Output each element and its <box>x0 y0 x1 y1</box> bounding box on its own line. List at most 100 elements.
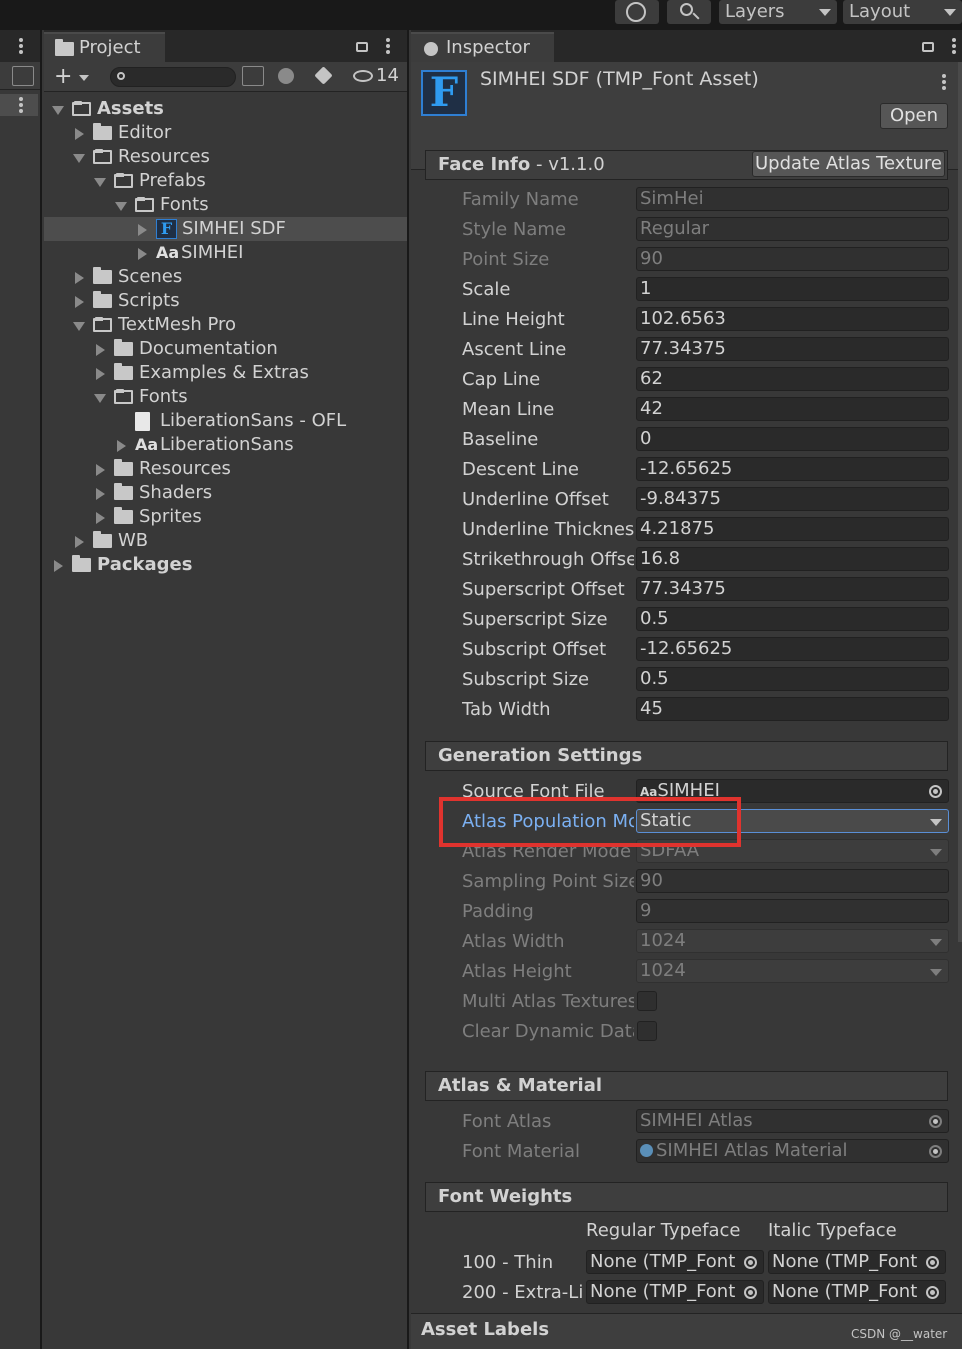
more-options-icon[interactable] <box>386 38 390 54</box>
object-picker-icon[interactable] <box>744 1286 757 1299</box>
atlas-material-header[interactable]: Atlas & Material <box>425 1071 948 1101</box>
atlas-width-dropdown[interactable]: 1024 <box>636 929 949 953</box>
object-picker-icon[interactable] <box>929 1115 942 1128</box>
collapsed-arrow-icon[interactable] <box>75 296 84 308</box>
object-picker-icon[interactable] <box>744 1256 757 1269</box>
property-field[interactable]: 0.5 <box>636 667 949 691</box>
search-input[interactable] <box>110 67 236 87</box>
search-by-type-icon[interactable] <box>242 66 264 86</box>
collapsed-arrow-icon[interactable] <box>96 344 105 356</box>
lock-icon[interactable] <box>922 42 934 52</box>
inspector-scrollbar[interactable] <box>958 62 962 942</box>
tree-item[interactable]: Shaders <box>44 481 407 505</box>
expanded-arrow-icon[interactable] <box>73 322 85 331</box>
tree-item[interactable]: Aa LiberationSans <box>44 433 407 457</box>
property-field[interactable]: 0.5 <box>636 607 949 631</box>
property-field[interactable]: -12.65625 <box>636 457 949 481</box>
object-picker-icon[interactable] <box>926 1286 939 1299</box>
collapsed-arrow-icon[interactable] <box>54 560 63 572</box>
open-button[interactable]: Open <box>880 103 948 129</box>
filter-type-icon[interactable] <box>278 68 294 84</box>
property-field[interactable]: 4.21875 <box>636 517 949 541</box>
regular-typeface-field[interactable]: None (TMP_Font <box>586 1250 764 1274</box>
collapsed-arrow-icon[interactable] <box>138 248 147 260</box>
object-picker-icon[interactable] <box>929 1145 942 1158</box>
tree-item[interactable]: TextMesh Pro <box>44 313 407 337</box>
tree-item[interactable]: Prefabs <box>44 169 407 193</box>
collapsed-arrow-icon[interactable] <box>96 488 105 500</box>
collapsed-arrow-icon[interactable] <box>75 272 84 284</box>
property-field[interactable]: Regular <box>636 217 949 241</box>
property-field[interactable]: -9.84375 <box>636 487 949 511</box>
font-weights-header[interactable]: Font Weights <box>425 1182 948 1212</box>
property-field[interactable]: -12.65625 <box>636 637 949 661</box>
maximize-icon[interactable] <box>12 66 34 86</box>
tree-item[interactable]: Resources <box>44 457 407 481</box>
expanded-arrow-icon[interactable] <box>94 394 106 403</box>
collapsed-arrow-icon[interactable] <box>117 440 126 452</box>
more-options-icon[interactable] <box>942 74 946 90</box>
tree-item[interactable]: Aa SIMHEI <box>44 241 407 265</box>
property-field[interactable]: 62 <box>636 367 949 391</box>
expanded-arrow-icon[interactable] <box>94 178 106 187</box>
object-picker-icon[interactable] <box>926 1256 939 1269</box>
collapsed-arrow-icon[interactable] <box>96 512 105 524</box>
collapsed-arrow-icon[interactable] <box>96 368 105 380</box>
sampling-point-size-field[interactable]: 90 <box>636 869 949 893</box>
italic-typeface-field[interactable]: None (TMP_Font <box>768 1250 946 1274</box>
expanded-arrow-icon[interactable] <box>73 154 85 163</box>
layers-dropdown[interactable]: Layers <box>719 0 837 24</box>
tree-item[interactable]: Resources <box>44 145 407 169</box>
tree-item[interactable]: Fonts <box>44 385 407 409</box>
property-field[interactable]: 1 <box>636 277 949 301</box>
add-button[interactable]: + <box>52 66 92 88</box>
search-button[interactable] <box>667 0 711 24</box>
property-field[interactable]: 90 <box>636 247 949 271</box>
tab-project[interactable]: Project <box>44 32 165 62</box>
tag-icon[interactable] <box>314 66 333 85</box>
expanded-arrow-icon[interactable] <box>115 202 127 211</box>
collapsed-arrow-icon[interactable] <box>138 224 147 236</box>
expanded-arrow-icon[interactable] <box>52 106 64 115</box>
tree-item[interactable]: Editor <box>44 121 407 145</box>
clear-dynamic-data-checkbox[interactable] <box>637 1021 657 1041</box>
tree-item[interactable]: Examples & Extras <box>44 361 407 385</box>
tree-item[interactable]: Sprites <box>44 505 407 529</box>
property-field[interactable]: 0 <box>636 427 949 451</box>
tree-item[interactable]: Packages <box>44 553 407 577</box>
multi-atlas-textures-checkbox[interactable] <box>637 991 657 1011</box>
history-button[interactable] <box>615 0 659 24</box>
tree-item[interactable]: Scripts <box>44 289 407 313</box>
tree-item[interactable]: LiberationSans - OFL <box>44 409 407 433</box>
tree-item[interactable]: WB <box>44 529 407 553</box>
tree-item[interactable]: Fonts <box>44 193 407 217</box>
tab-inspector[interactable]: Inspector <box>411 32 554 62</box>
more-options-icon[interactable] <box>952 38 956 54</box>
collapsed-arrow-icon[interactable] <box>75 128 84 140</box>
property-field[interactable]: 77.34375 <box>636 577 949 601</box>
property-field[interactable]: 102.6563 <box>636 307 949 331</box>
tree-item[interactable]: Scenes <box>44 265 407 289</box>
property-field[interactable]: 77.34375 <box>636 337 949 361</box>
collapsed-arrow-icon[interactable] <box>96 464 105 476</box>
property-field[interactable]: 16.8 <box>636 547 949 571</box>
more-options-icon[interactable] <box>19 38 23 54</box>
property-field[interactable]: SimHei <box>636 187 949 211</box>
font-atlas-field[interactable]: SIMHEI Atlas <box>636 1109 949 1133</box>
property-field[interactable]: 42 <box>636 397 949 421</box>
lock-icon[interactable] <box>356 42 368 52</box>
property-field[interactable]: 45 <box>636 697 949 721</box>
tree-item[interactable]: Assets <box>44 97 407 121</box>
generation-settings-header[interactable]: Generation Settings <box>425 741 948 771</box>
collapsed-arrow-icon[interactable] <box>75 536 84 548</box>
eye-hidden-icon[interactable] <box>353 70 373 82</box>
italic-typeface-field[interactable]: None (TMP_Font <box>768 1280 946 1304</box>
object-picker-icon[interactable] <box>929 785 942 798</box>
padding-field[interactable]: 9 <box>636 899 949 923</box>
layout-dropdown[interactable]: Layout <box>843 0 962 24</box>
font-material-field[interactable]: SIMHEI Atlas Material <box>636 1139 949 1163</box>
atlas-height-dropdown[interactable]: 1024 <box>636 959 949 983</box>
regular-typeface-field[interactable]: None (TMP_Font <box>586 1280 764 1304</box>
tree-item[interactable]: F SIMHEI SDF <box>44 217 407 241</box>
update-atlas-texture-button[interactable]: Update Atlas Texture <box>752 151 945 177</box>
